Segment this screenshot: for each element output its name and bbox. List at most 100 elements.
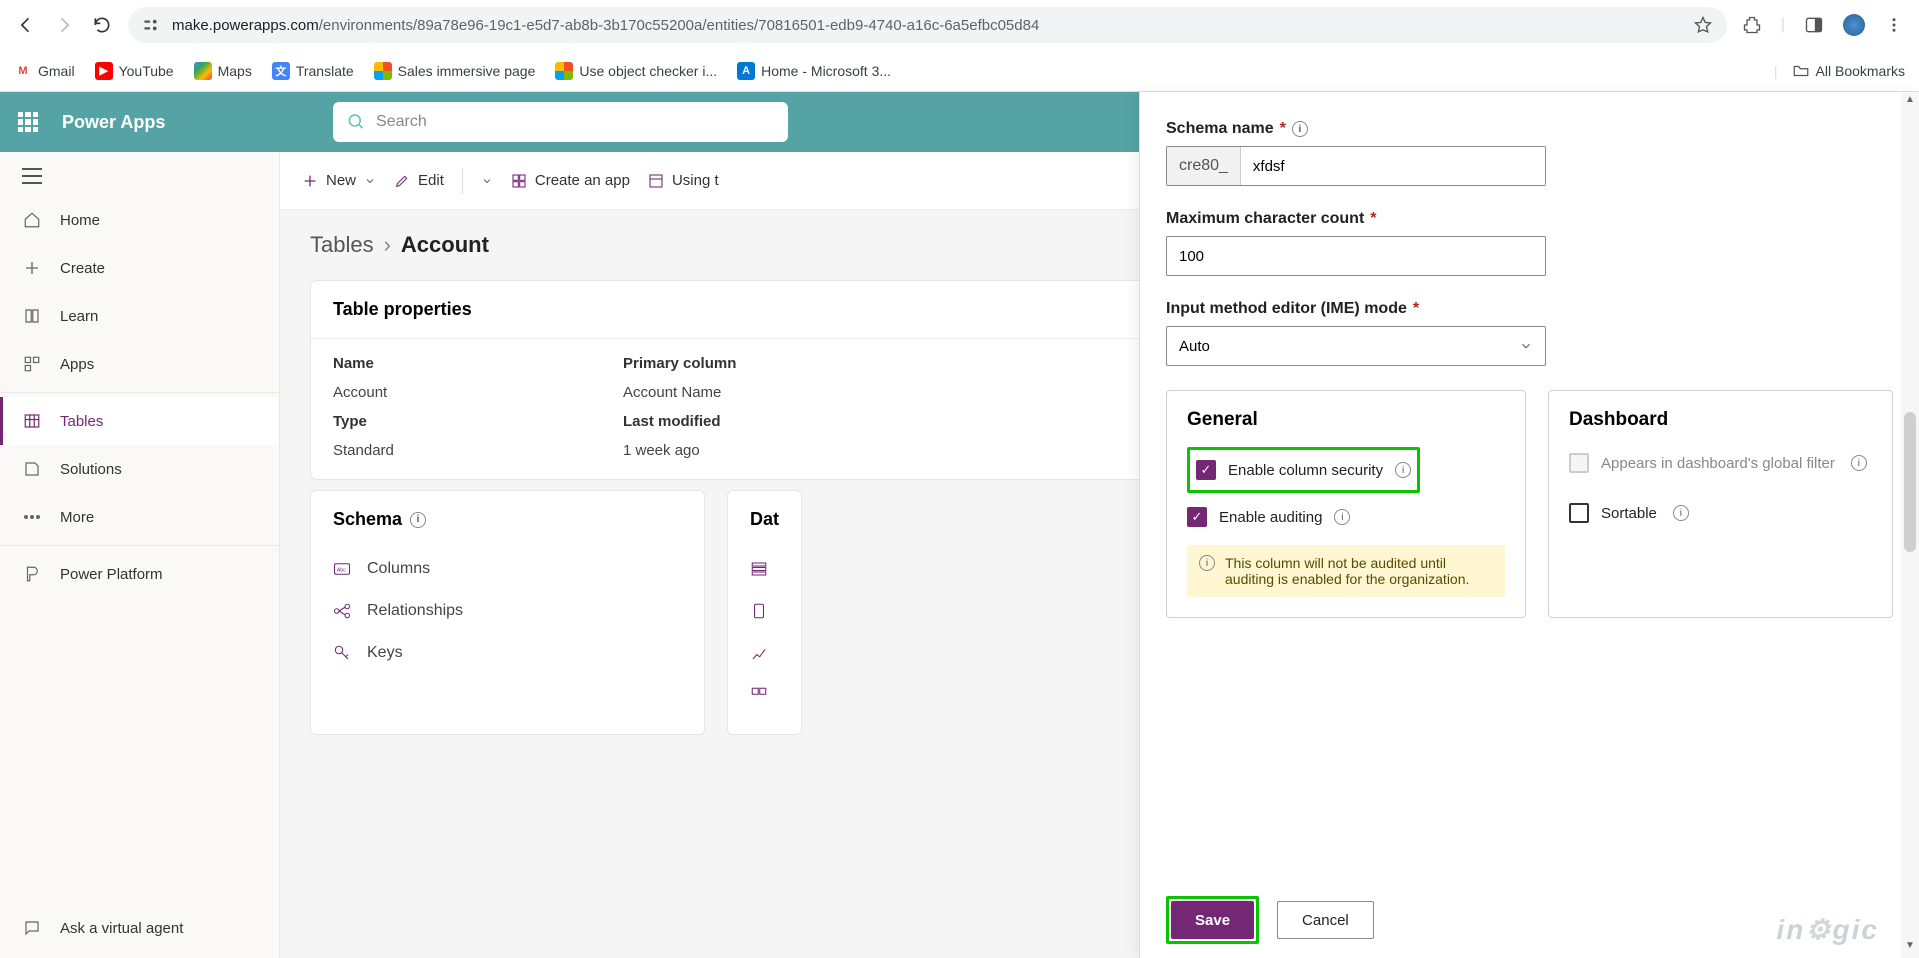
site-settings-icon [142,16,160,34]
search-box[interactable] [333,102,788,142]
maxchar-label: Maximum character count [1166,210,1364,228]
device-icon [750,602,772,620]
nav-learn[interactable]: Learn [0,292,279,340]
info-icon[interactable]: i [410,512,426,528]
audit-warning-text: This column will not be audited until au… [1225,555,1493,587]
data-card-title: Dat [750,509,779,530]
data-item-2[interactable] [750,590,779,632]
hamburger-icon[interactable] [0,156,279,196]
data-item-4[interactable] [750,674,779,716]
panel-scrollbar[interactable]: ▲ ▼ [1901,92,1919,958]
info-icon[interactable]: i [1673,505,1689,521]
toolbar-edit[interactable]: Edit [394,172,444,189]
nav-ask-agent[interactable]: Ask a virtual agent [0,904,279,952]
book-icon [22,306,42,326]
toolbar-using[interactable]: Using t [648,172,719,189]
bookmark-maps[interactable]: Maps [194,62,252,80]
tables-icon [22,411,42,431]
extension-icon[interactable] [1741,14,1763,36]
toolbar-create-app[interactable]: Create an app [511,172,630,189]
panel-icon[interactable] [1803,14,1825,36]
folder-icon [1792,62,1810,80]
schema-name-input[interactable] [1241,147,1545,185]
kebab-icon[interactable] [1883,14,1905,36]
schema-keys[interactable]: Keys [333,632,682,674]
nav-power-platform[interactable]: Power Platform [0,550,279,598]
data-item-3[interactable] [750,632,779,674]
nav-create[interactable]: Create [0,244,279,292]
chat-icon [22,918,42,938]
profile-avatar[interactable] [1843,14,1865,36]
info-icon[interactable]: i [1292,121,1308,137]
address-bar[interactable]: make.powerapps.com/environments/89a78e96… [128,7,1727,43]
waffle-icon[interactable] [18,112,38,132]
bookmark-translate[interactable]: 文Translate [272,62,354,80]
scroll-down-arrow[interactable]: ▼ [1901,940,1919,956]
chart-icon [750,644,772,662]
schema-relationships[interactable]: Relationships [333,590,682,632]
enable-auditing-checkbox[interactable]: ✓ [1187,507,1207,527]
save-button[interactable]: Save [1171,901,1254,939]
data-item-1[interactable] [750,548,779,590]
sortable-checkbox[interactable] [1569,503,1589,523]
bookmark-mshome[interactable]: AHome - Microsoft 3... [737,62,891,80]
cancel-button[interactable]: Cancel [1277,901,1374,939]
highlight-save-button: Save [1166,896,1259,944]
search-input[interactable] [376,113,774,131]
enable-auditing-label: Enable auditing [1219,509,1322,526]
bookmark-gmail[interactable]: MGmail [14,62,75,80]
url-text: make.powerapps.com/environments/89a78e96… [172,17,1039,34]
info-icon[interactable]: i [1395,462,1411,478]
toolbar-edit-dropdown[interactable] [481,175,493,187]
all-bookmarks[interactable]: All Bookmarks [1792,62,1905,80]
nav-solutions[interactable]: Solutions [0,445,279,493]
enable-column-security-checkbox[interactable]: ✓ [1196,460,1216,480]
maxchar-input[interactable] [1166,236,1546,276]
column-properties-panel: Schema name * i cre80_ Maximum character… [1139,92,1919,958]
list-icon [750,560,772,578]
breadcrumb-tables[interactable]: Tables [310,232,374,258]
chevron-down-icon [364,175,376,187]
schema-card-title: Schema [333,509,402,530]
browser-toolbar: make.powerapps.com/environments/89a78e96… [0,0,1919,50]
solutions-icon [22,459,42,479]
nav-apps[interactable]: Apps [0,340,279,388]
relationships-icon [333,602,355,620]
svg-text:Abc: Abc [337,567,346,573]
scroll-thumb[interactable] [1904,412,1916,552]
apps-icon [22,354,42,374]
plus-icon [302,173,318,189]
schema-card: Schemai AbcColumns Relationships Keys [310,490,705,735]
prop-name-value: Account [333,384,623,401]
dashboard-group: Dashboard Appears in dashboard's global … [1548,390,1893,618]
prop-type-header: Type [333,413,623,430]
nav-tables[interactable]: Tables [0,397,279,445]
bookmark-objchecker[interactable]: Use object checker i... [555,62,717,80]
reload-button[interactable] [90,13,114,37]
nav-more[interactable]: More [0,493,279,541]
nav-home[interactable]: Home [0,196,279,244]
chrome-actions: | [1741,14,1905,36]
toolbar-new[interactable]: New [302,172,376,189]
ime-label: Input method editor (IME) mode [1166,300,1407,318]
scroll-up-arrow[interactable]: ▲ [1901,94,1919,110]
schema-prefix: cre80_ [1167,147,1241,185]
ime-select[interactable]: Auto [1166,326,1546,366]
bookmark-youtube[interactable]: ▶YouTube [95,62,174,80]
grid-icon [750,686,772,704]
prop-type-value: Standard [333,442,623,459]
back-button[interactable] [14,13,38,37]
chevron-down-icon [481,175,493,187]
info-icon[interactable]: i [1851,455,1867,471]
bookmark-sales[interactable]: Sales immersive page [374,62,536,80]
schema-columns[interactable]: AbcColumns [333,548,682,590]
info-icon[interactable]: i [1334,509,1350,525]
dashboard-title: Dashboard [1569,409,1872,431]
forward-button[interactable] [52,13,76,37]
bookmarks-bar: MGmail ▶YouTube Maps 文Translate Sales im… [0,50,1919,92]
audit-warning: i This column will not be audited until … [1187,545,1505,597]
more-icon [22,507,42,527]
form-icon [648,173,664,189]
schema-name-field: cre80_ [1166,146,1546,186]
star-icon[interactable] [1693,15,1713,35]
